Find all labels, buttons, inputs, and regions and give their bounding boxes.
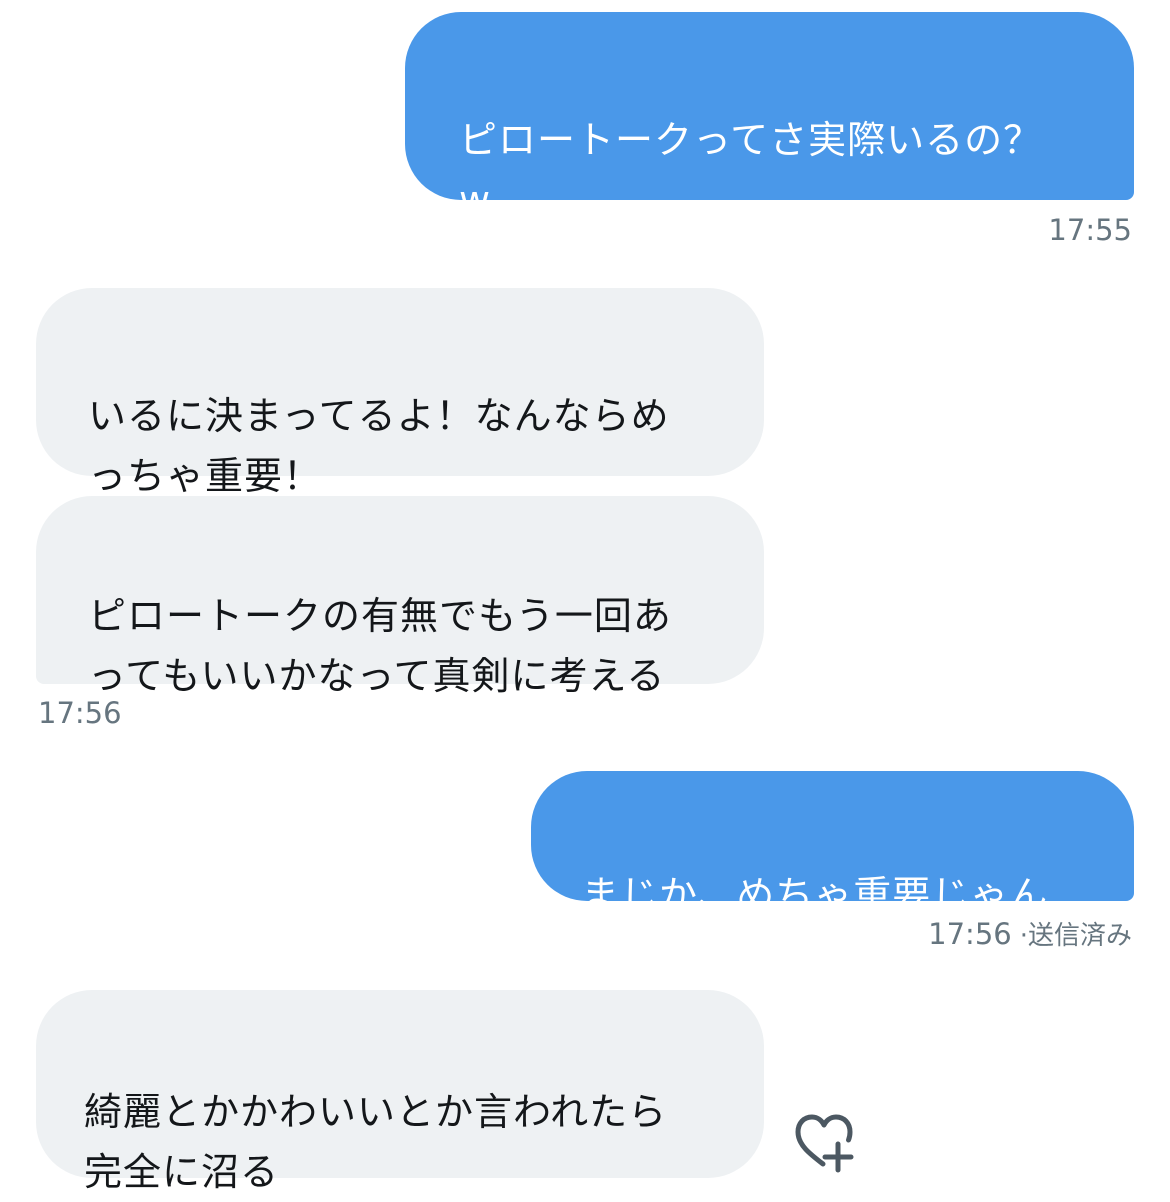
sent-status: ·送信済み bbox=[1019, 921, 1132, 951]
message-bubble-sent[interactable]: まじか、めちゃ重要じゃん bbox=[531, 771, 1134, 917]
heart-plus-icon-svg bbox=[795, 1114, 854, 1173]
message-timestamp: 17:56 bbox=[38, 696, 122, 730]
message-text: まじか、めちゃ重要じゃん bbox=[581, 873, 1049, 917]
timestamp-text: 17:56 bbox=[928, 917, 1012, 951]
message-bubble-received[interactable]: 綺麗とかかわいいとか言われたら 完全に沼る bbox=[36, 990, 764, 1194]
message-bubble-received[interactable]: ピロートークの有無でもう一回あ ってもいいかなって真剣に考える bbox=[36, 496, 764, 698]
timestamp-text: 17:56 bbox=[38, 696, 122, 730]
message-timestamp: 17:55 bbox=[1048, 213, 1132, 247]
message-status-line: 17:56 ·送信済み bbox=[928, 915, 1132, 952]
message-text: ピロートークってさ実際いるの？ w bbox=[459, 118, 1043, 222]
message-bubble-received[interactable]: いるに決まってるよ！なんならめ っちゃ重要！ bbox=[36, 288, 764, 498]
message-bubble-sent[interactable]: ピロートークってさ実際いるの？ w bbox=[405, 12, 1134, 222]
heart-plus-icon[interactable] bbox=[790, 1108, 860, 1178]
message-text: ピロートークの有無でもう一回あ ってもいいかなって真剣に考える bbox=[88, 594, 672, 698]
timestamp-text: 17:55 bbox=[1048, 213, 1132, 247]
message-text: いるに決まってるよ！なんならめ っちゃ重要！ bbox=[88, 394, 670, 498]
message-text: 綺麗とかかわいいとか言われたら 完全に沼る bbox=[84, 1090, 668, 1194]
